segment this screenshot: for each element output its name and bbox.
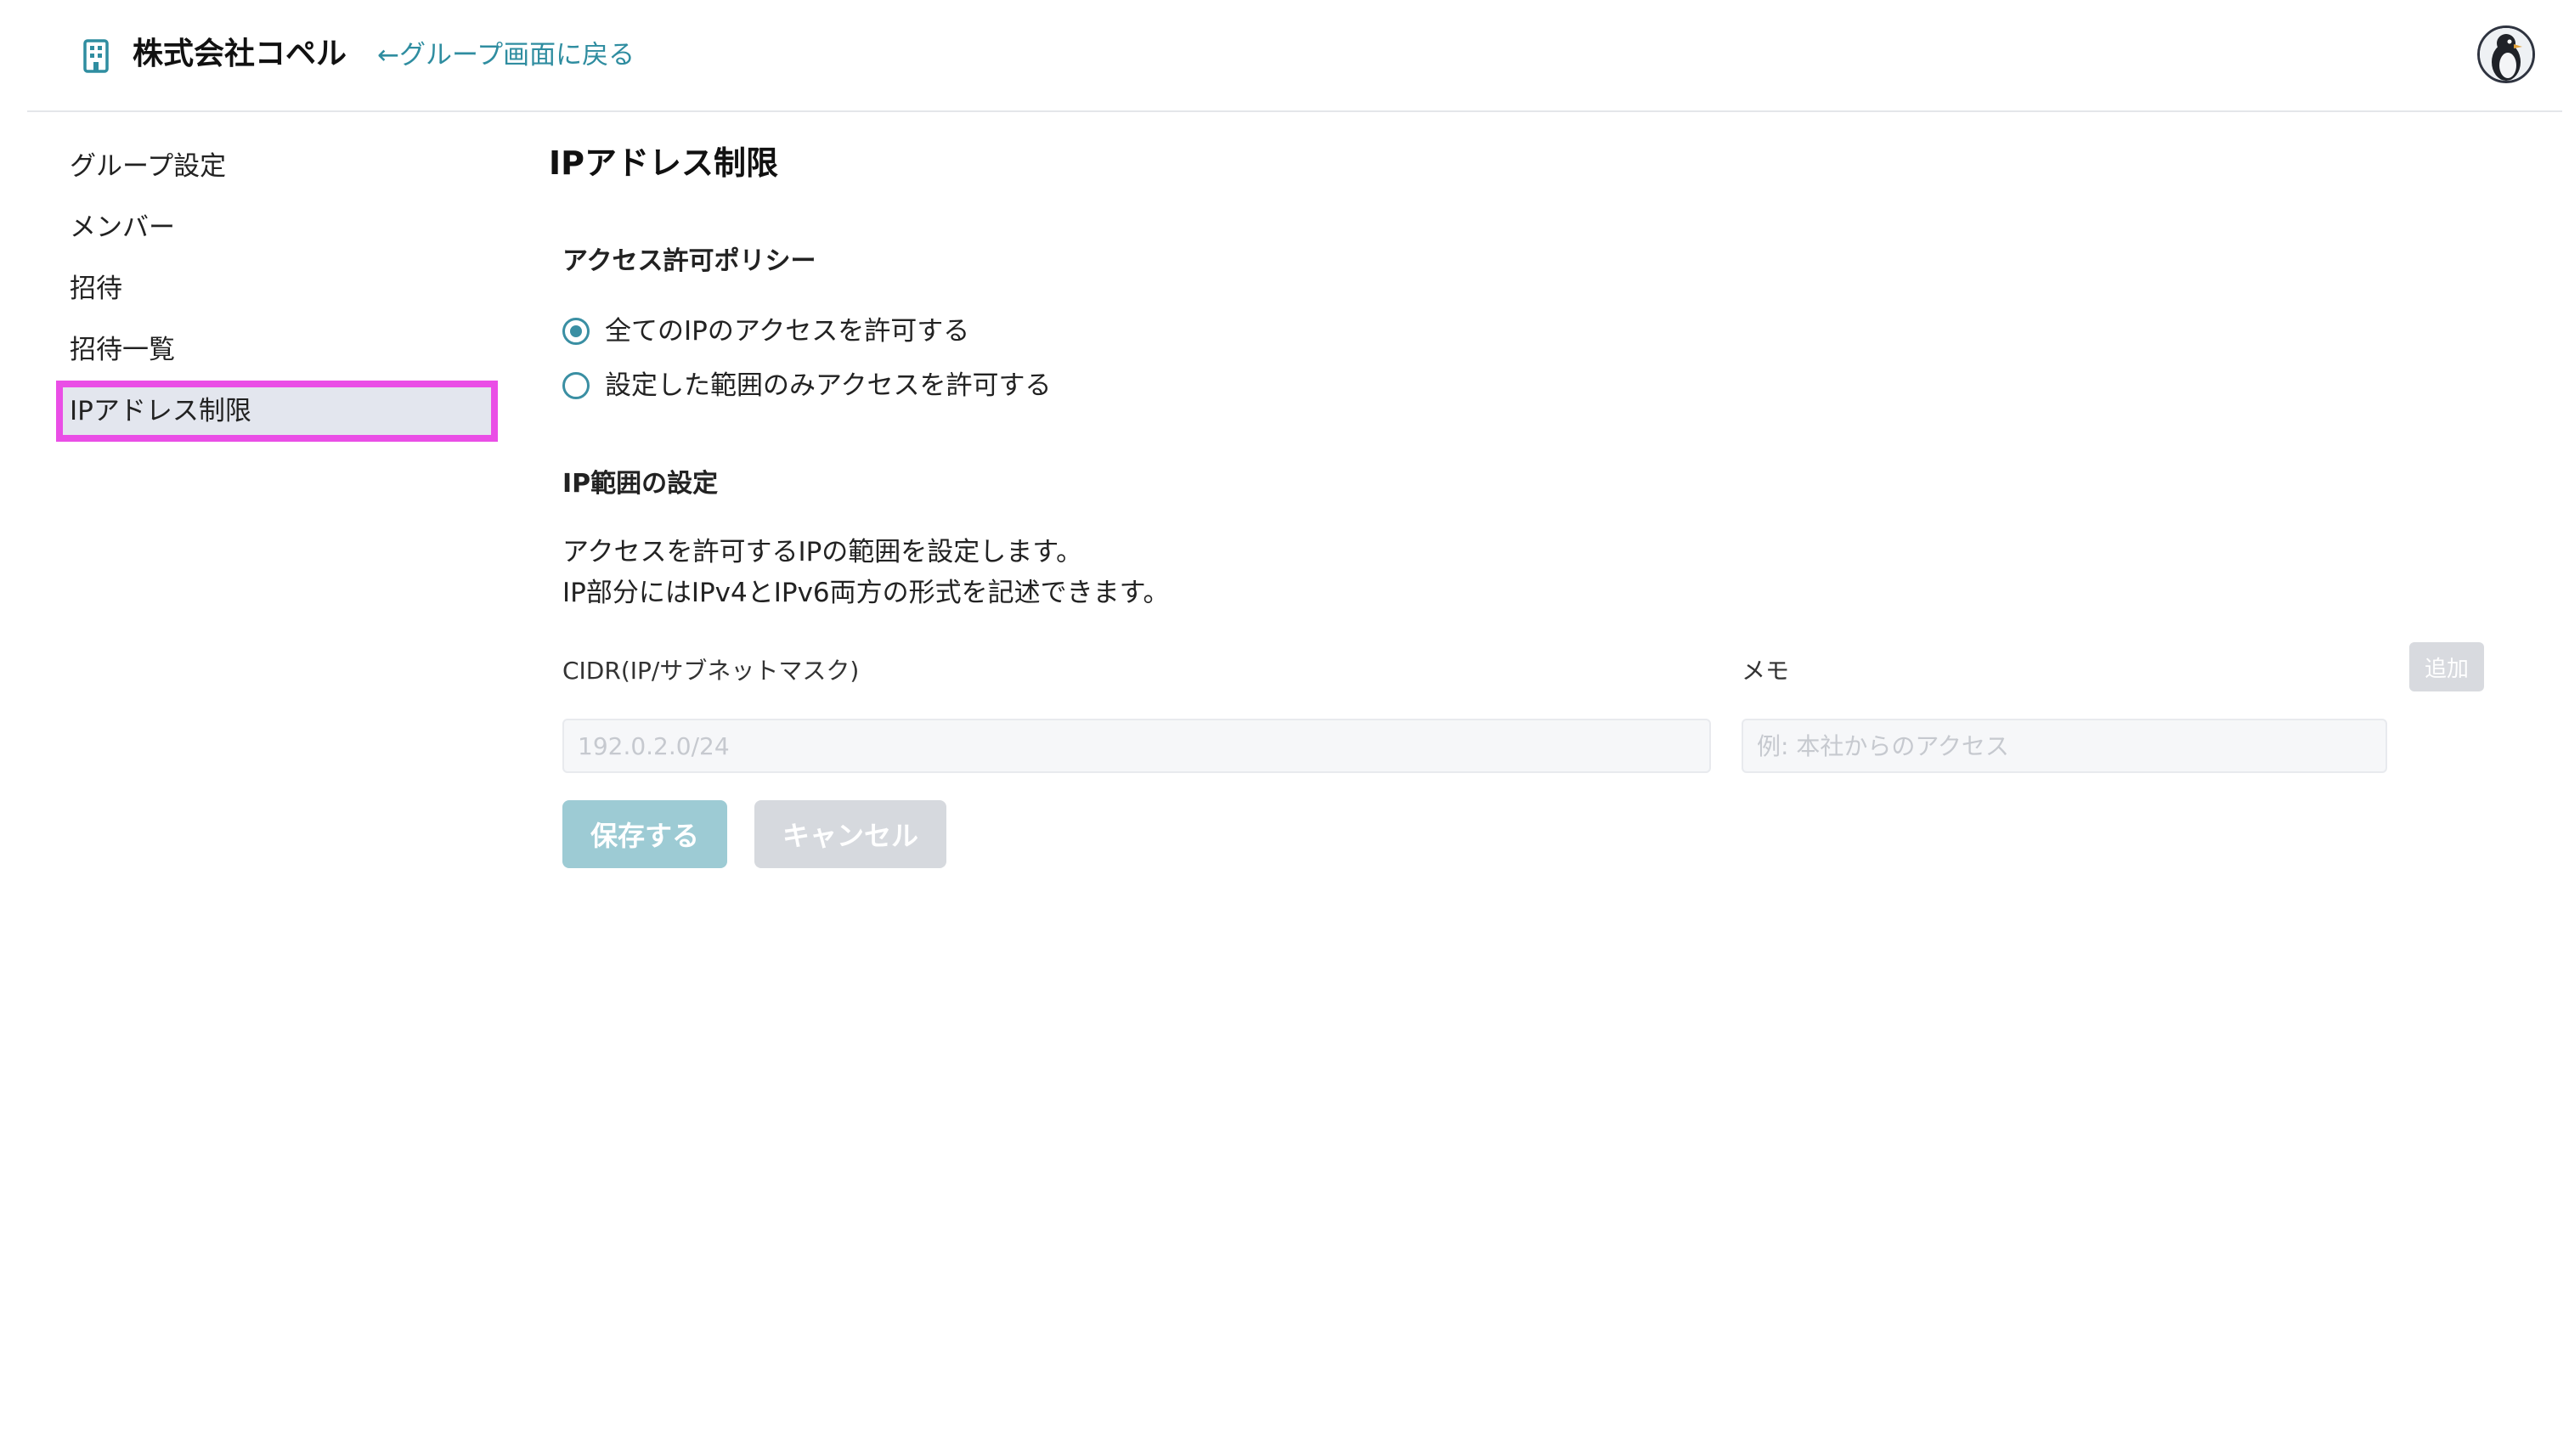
sidebar-item-invite-list[interactable]: 招待一覧: [56, 319, 498, 381]
sidebar-item-label: 招待: [70, 274, 122, 304]
back-to-group-link[interactable]: ←グループ画面に戻る: [377, 34, 635, 76]
save-button[interactable]: 保存する: [562, 800, 727, 868]
penguin-avatar-icon[interactable]: [2477, 25, 2535, 83]
sidebar-item-label: IPアドレス制限: [70, 396, 251, 426]
building-icon: [80, 37, 114, 75]
cidr-input[interactable]: [562, 719, 1711, 773]
policy-section-title: アクセス許可ポリシー: [562, 246, 816, 276]
range-section-title: IP範囲の設定: [562, 469, 719, 499]
cancel-button[interactable]: キャンセル: [754, 800, 946, 868]
range-description-line2: IP部分にはIPv4とIPv6両方の形式を記述できます。: [562, 578, 1170, 608]
policy-option-label: 設定した範囲のみアクセスを許可する: [605, 370, 1052, 401]
sidebar-item-label: メンバー: [70, 212, 175, 243]
sidebar-item-members[interactable]: メンバー: [56, 197, 498, 258]
page-title: IPアドレス制限: [549, 144, 778, 182]
sidebar-item-group-settings[interactable]: グループ設定: [56, 136, 498, 197]
sidebar-item-ip-restriction[interactable]: IPアドレス制限: [56, 381, 498, 442]
memo-input[interactable]: [1742, 719, 2387, 773]
memo-label: メモ: [1742, 657, 1790, 685]
cidr-label: CIDR(IP/サブネットマスク): [562, 657, 860, 685]
radio-checked-icon[interactable]: [562, 318, 590, 345]
range-description-line1: アクセスを許可するIPの範囲を設定します。: [562, 537, 1083, 567]
top-header: 株式会社コペル ←グループ画面に戻る: [27, 0, 2562, 112]
sidebar-item-label: グループ設定: [70, 151, 227, 182]
policy-option-label: 全てのIPのアクセスを許可する: [605, 316, 970, 347]
sidebar-item-invite[interactable]: 招待: [56, 258, 498, 319]
sidebar-item-label: 招待一覧: [70, 335, 175, 365]
org-name: 株式会社コペル: [133, 37, 347, 71]
radio-unchecked-icon[interactable]: [562, 372, 590, 399]
add-range-button[interactable]: 追加: [2409, 642, 2484, 691]
